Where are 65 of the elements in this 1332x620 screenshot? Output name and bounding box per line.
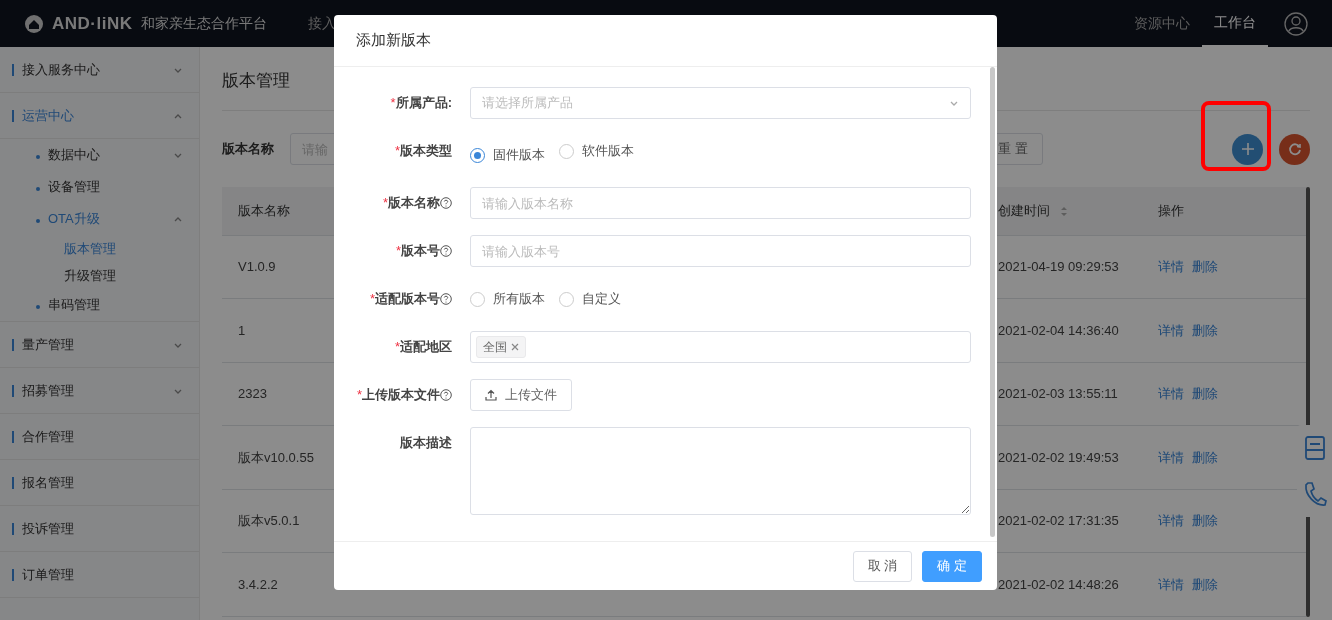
action-link[interactable]: 详情	[1158, 576, 1184, 592]
tag-input[interactable]: 全国	[470, 331, 971, 363]
sidebar-item[interactable]: 订单管理	[0, 552, 199, 598]
platform-name: 和家亲生态合作平台	[140, 14, 267, 33]
action-link[interactable]: 删除	[1192, 322, 1218, 338]
action-link[interactable]: 详情	[1158, 386, 1184, 402]
field-label: *上传版本文件	[334, 379, 470, 411]
sidebar-subitem[interactable]: 升级管理	[0, 262, 199, 289]
refresh-button[interactable]	[1279, 133, 1310, 165]
sidebar-subitem[interactable]: 串码管理	[0, 289, 199, 321]
sidebar-item[interactable]: 报名管理	[0, 460, 199, 506]
add-button[interactable]	[1232, 133, 1263, 165]
action-link[interactable]: 删除	[1192, 576, 1218, 592]
text-input[interactable]: 请输入版本名称	[470, 187, 971, 219]
sidebar-subitem[interactable]: 版本管理	[0, 235, 199, 262]
confirm-button[interactable]: 确 定	[922, 550, 982, 582]
sidebar-item[interactable]: 合作管理	[0, 414, 199, 460]
sort-icon[interactable]	[1059, 206, 1068, 218]
help-icon[interactable]	[440, 245, 452, 257]
help-icon[interactable]	[440, 389, 452, 401]
sidebar-item[interactable]: 量产管理	[0, 322, 199, 368]
filter-label: 版本名称	[222, 140, 274, 159]
radio-option[interactable]: 软件版本	[559, 135, 634, 167]
sidebar-item[interactable]: 招募管理	[0, 368, 199, 414]
field-label: *适配地区	[393, 338, 453, 357]
highlight-frame	[1201, 101, 1271, 171]
column-header: 操作	[1142, 187, 1306, 235]
logo-text: AND·liNK	[52, 12, 133, 35]
phone-icon[interactable]	[1303, 480, 1327, 507]
action-link[interactable]: 详情	[1158, 322, 1184, 338]
close-icon[interactable]	[511, 343, 519, 351]
action-link[interactable]: 详情	[1158, 449, 1184, 465]
help-icon[interactable]	[440, 197, 452, 209]
refresh-icon	[1287, 142, 1302, 156]
upload-button[interactable]: 上传文件	[470, 379, 572, 411]
action-link[interactable]: 详情	[1158, 259, 1184, 275]
plus-icon	[1240, 142, 1255, 156]
logo-icon	[24, 13, 44, 34]
sidebar-subitem[interactable]: OTA升级	[0, 203, 199, 235]
action-link[interactable]: 删除	[1192, 449, 1218, 465]
dialog-title: 添加新版本	[334, 15, 997, 67]
action-link[interactable]: 详情	[1158, 513, 1184, 529]
region-tag[interactable]: 全国	[476, 336, 526, 358]
cancel-button[interactable]: 取 消	[852, 550, 913, 582]
sidebar-item[interactable]: 接入服务中心	[0, 47, 199, 93]
sidebar-item[interactable]: 运营中心	[0, 93, 199, 139]
field-label: *所属产品:	[389, 94, 453, 113]
field-label: *版本名称	[334, 187, 470, 219]
user-avatar-icon[interactable]	[1284, 11, 1308, 36]
help-icon[interactable]	[440, 293, 452, 305]
radio-option[interactable]: 固件版本	[470, 139, 545, 171]
field-label: 版本描述	[399, 434, 453, 453]
text-input[interactable]: 请输入版本号	[470, 235, 971, 267]
sidebar-subitem[interactable]: 数据中心	[0, 139, 199, 171]
nav-link-item[interactable]: 工作台	[1202, 0, 1268, 47]
field-label: *版本类型	[393, 142, 453, 161]
action-link[interactable]: 删除	[1192, 386, 1218, 402]
sidebar-subitem[interactable]: 设备管理	[0, 171, 199, 203]
nav-link-item[interactable]: 资源中心	[1122, 0, 1202, 47]
action-link[interactable]: 删除	[1192, 513, 1218, 529]
sidebar-item[interactable]: 投诉管理	[0, 506, 199, 552]
action-link[interactable]: 删除	[1192, 259, 1218, 275]
field-label: *版本号	[334, 235, 470, 267]
upload-icon	[485, 389, 497, 401]
document-icon[interactable]	[1304, 435, 1326, 460]
